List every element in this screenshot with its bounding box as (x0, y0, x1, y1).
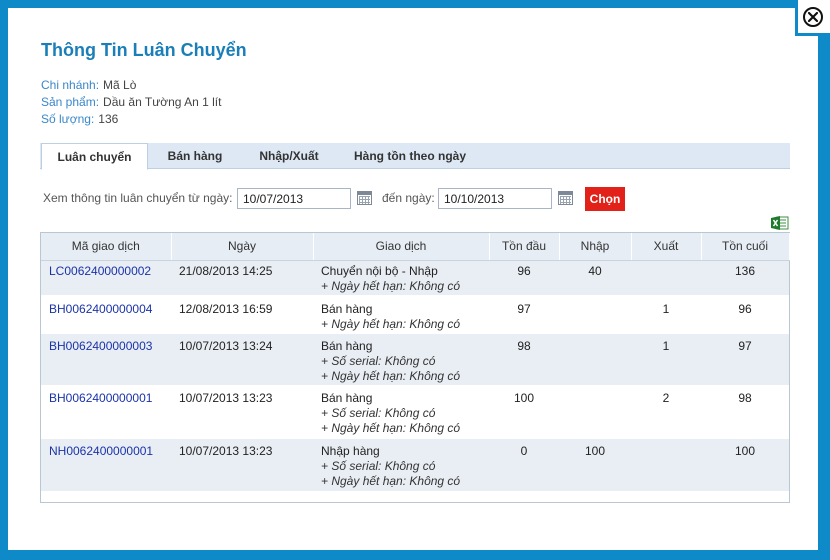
transaction-code-link[interactable]: BH0062400000003 (41, 339, 152, 353)
transaction-detail: + Số serial: Không có (321, 458, 436, 473)
transaction-code-link[interactable]: BH0062400000001 (41, 391, 152, 405)
close-icon (808, 12, 818, 22)
product-label: Sản phẩm: (41, 95, 100, 109)
tab-hang-ton-theo-ngay[interactable]: Hàng tồn theo ngày (340, 143, 480, 169)
import-cell: 40 (559, 260, 631, 296)
transaction-code-link[interactable]: NH0062400000001 (41, 444, 153, 458)
notch-border-v (795, 0, 798, 36)
column-header[interactable]: Xuất (631, 233, 702, 261)
transaction-detail: + Số serial: Không có (321, 353, 436, 368)
dialog-title: Thông Tin Luân Chuyển (41, 40, 247, 60)
branch-value: Mã Lò (103, 78, 137, 92)
column-header[interactable]: Ngày (171, 233, 314, 261)
closing-stock-cell: 97 (701, 333, 789, 386)
closing-stock-cell: 96 (701, 295, 789, 334)
column-header[interactable]: Nhập (559, 233, 632, 261)
export-cell: 2 (631, 385, 701, 439)
calendar-icon[interactable] (357, 191, 372, 205)
closing-stock-cell: 100 (701, 438, 789, 492)
date-cell: 21/08/2013 14:25 (171, 260, 313, 296)
quantity-label: Số lượng: (41, 112, 95, 126)
table-row: LC0062400000002 21/08/2013 14:25 Chuyển … (41, 260, 789, 296)
table-row: BH0062400000001 10/07/2013 13:23 Bán hàn… (41, 385, 789, 439)
transaction-detail: + Ngày hết hạn: Không có (321, 420, 461, 435)
closing-stock-cell: 98 (701, 385, 789, 439)
transaction-type: Bán hàng (321, 301, 373, 316)
branch-row: Chi nhánh: Mã Lò (41, 78, 341, 92)
from-date-input[interactable] (237, 188, 351, 209)
tab-bar: Luân chuyển Bán hàng Nhập/Xuất Hàng tồn … (40, 143, 790, 170)
closing-stock-cell: 136 (701, 260, 789, 296)
transaction-detail: + Ngày hết hạn: Không có (321, 473, 461, 488)
opening-stock-cell: 97 (489, 295, 559, 334)
transaction-cell: Bán hàng + Ngày hết hạn: Không có (313, 295, 489, 334)
transaction-cell: Nhập hàng + Số serial: Không có + Ngày h… (313, 438, 489, 492)
opening-stock-cell: 0 (489, 438, 559, 492)
transaction-code-link[interactable]: LC0062400000002 (41, 264, 151, 278)
transaction-type: Bán hàng (321, 390, 373, 405)
product-row: Sản phẩm: Dầu ăn Tường An 1 lít (41, 95, 341, 109)
column-header[interactable]: Mã giao dịch (41, 233, 172, 261)
export-cell: 1 (631, 295, 701, 334)
date-cell: 12/08/2013 16:59 (171, 295, 313, 334)
opening-stock-cell: 96 (489, 260, 559, 296)
transaction-detail: + Ngày hết hạn: Không có (321, 368, 461, 383)
product-value: Dầu ăn Tường An 1 lít (103, 95, 222, 109)
calendar-icon[interactable] (558, 191, 573, 205)
transaction-cell: Bán hàng + Số serial: Không có + Ngày hế… (313, 333, 489, 386)
import-cell: 100 (559, 438, 631, 492)
table-header-row: Mã giao dịch Ngày Giao dịch Tồn đầu Nhập… (41, 233, 790, 261)
transactions-table: Mã giao dịch Ngày Giao dịch Tồn đầu Nhập… (40, 232, 790, 503)
import-cell (559, 333, 631, 386)
transaction-cell: Chuyển nội bộ - Nhập + Ngày hết hạn: Khô… (313, 260, 489, 296)
quantity-row: Số lượng: 136 (41, 112, 341, 126)
tab-ban-hang[interactable]: Bán hàng (152, 143, 238, 169)
export-cell: 1 (631, 333, 701, 386)
transaction-type: Chuyển nội bộ - Nhập (321, 263, 438, 278)
table-row: BH0062400000003 10/07/2013 13:24 Bán hàn… (41, 333, 789, 386)
choose-button[interactable]: Chọn (585, 187, 625, 211)
transaction-detail: + Số serial: Không có (321, 405, 436, 420)
transaction-detail: + Ngày hết hạn: Không có (321, 278, 461, 293)
transaction-type: Bán hàng (321, 338, 373, 353)
transaction-detail: + Ngày hết hạn: Không có (321, 316, 461, 331)
excel-export-icon[interactable] (771, 215, 789, 231)
date-cell: 10/07/2013 13:24 (171, 333, 313, 386)
from-date-label: Xem thông tin luân chuyển từ ngày: (43, 191, 233, 205)
quantity-value: 136 (98, 112, 119, 126)
column-header[interactable]: Tồn cuối (701, 233, 790, 261)
transaction-cell: Bán hàng + Số serial: Không có + Ngày hế… (313, 385, 489, 439)
opening-stock-cell: 98 (489, 333, 559, 386)
transaction-type: Nhập hàng (321, 443, 380, 458)
column-header[interactable]: Giao dịch (313, 233, 490, 261)
table-row: BH0062400000004 12/08/2013 16:59 Bán hàn… (41, 295, 789, 334)
import-cell (559, 295, 631, 334)
branch-label: Chi nhánh: (41, 78, 100, 92)
import-cell (559, 385, 631, 439)
to-date-label: đến ngày: (382, 191, 435, 205)
close-button[interactable] (803, 7, 823, 27)
date-cell: 10/07/2013 13:23 (171, 385, 313, 439)
export-cell (631, 438, 701, 492)
to-date-input[interactable] (438, 188, 552, 209)
export-cell (631, 260, 701, 296)
tab-luan-chuyen[interactable]: Luân chuyển (41, 143, 148, 170)
column-header[interactable]: Tồn đầu (489, 233, 560, 261)
transaction-code-link[interactable]: BH0062400000004 (41, 302, 152, 316)
tab-nhap-xuat[interactable]: Nhập/Xuất (244, 143, 334, 169)
date-cell: 10/07/2013 13:23 (171, 438, 313, 492)
table-row: NH0062400000001 10/07/2013 13:23 Nhập hà… (41, 438, 789, 492)
notch-border-h (795, 33, 830, 36)
opening-stock-cell: 100 (489, 385, 559, 439)
